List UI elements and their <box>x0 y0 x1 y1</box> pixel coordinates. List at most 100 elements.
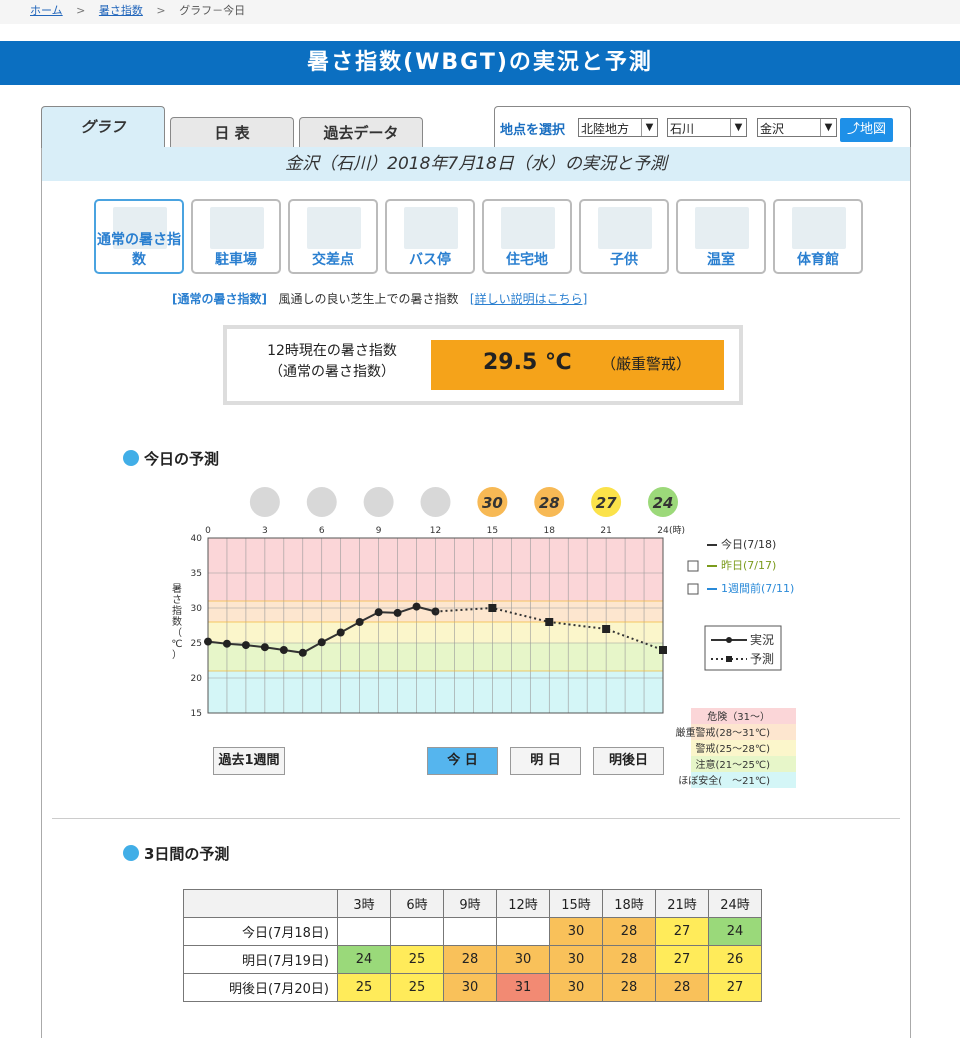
description-category: [通常の暑さ指数] <box>172 292 267 306</box>
tomorrow-button[interactable]: 明 日 <box>510 747 581 775</box>
table-row-label: 明後日(7月20日) <box>183 973 338 1002</box>
legend-week-label: 1週間前(7/11) <box>721 581 794 595</box>
legend-forecast-label: 予測 <box>750 652 774 666</box>
tab-daily-table[interactable]: 日 表 <box>170 117 294 147</box>
cat-parking-button[interactable]: 駐車場 <box>191 199 281 274</box>
forecast-point <box>488 604 497 612</box>
x-tick-label: 24 <box>657 526 669 536</box>
table-row-label: 明日(7月19日) <box>183 945 338 974</box>
category-label: 駐車場 <box>215 252 257 268</box>
city-select-value: 金沢 <box>760 122 785 136</box>
day-after-button[interactable]: 明後日 <box>593 747 664 775</box>
table-cell: 25 <box>390 945 444 974</box>
forecast-bubble-value: 27 <box>596 494 617 512</box>
legend-actual-marker <box>726 637 732 643</box>
prefecture-select[interactable]: 石川 ▼ <box>667 118 747 137</box>
cat-intersection-button[interactable]: 交差点 <box>288 199 378 274</box>
category-label: 通常の暑さ指数 <box>97 232 181 268</box>
three-day-heading: 3日間の予測 <box>123 843 229 864</box>
table-cell: 25 <box>337 973 391 1002</box>
table-header-cell: 12時 <box>496 889 550 918</box>
today-forecast-heading: 今日の予測 <box>123 448 219 469</box>
map-button[interactable]: ⤴地図 <box>840 118 893 142</box>
table-cell: 31 <box>496 973 550 1002</box>
section-divider <box>52 818 900 819</box>
actual-point <box>241 641 250 650</box>
legend-actual-label: 実況 <box>750 632 774 647</box>
empty-bubble <box>420 487 451 517</box>
cat-bus-stop-icon <box>404 207 458 249</box>
current-wbgt-value: 29.5 ℃ <box>483 350 572 375</box>
legend-today-label: 今日(7/18) <box>721 537 776 551</box>
y-tick-label: 30 <box>191 604 203 614</box>
x-tick-label: 0 <box>205 526 211 536</box>
cat-residential-icon <box>501 207 555 249</box>
breadcrumb-wbgt-link[interactable]: 暑さ指数 <box>99 4 143 17</box>
chevron-down-icon: ▼ <box>641 119 657 136</box>
table-cell: 27 <box>708 973 762 1002</box>
cat-child-button[interactable]: 子供 <box>579 199 669 274</box>
cat-residential-button[interactable]: 住宅地 <box>482 199 572 274</box>
table-row: 明後日(7月20日) 25 25 30 31 30 28 28 27 <box>183 973 762 1002</box>
prefecture-select-value: 石川 <box>670 122 695 136</box>
level-label: 危険（31～） <box>707 711 770 723</box>
y-axis-label-char: さ <box>172 594 182 606</box>
current-wbgt-value-box: 29.5 ℃ （厳重警戒） <box>431 340 724 390</box>
actual-point <box>279 646 288 654</box>
chevron-down-icon: ▼ <box>730 119 746 136</box>
city-select[interactable]: 金沢 ▼ <box>757 118 837 137</box>
cat-bus-stop-button[interactable]: バス停 <box>385 199 475 274</box>
bullet-icon <box>123 450 139 466</box>
today-button[interactable]: 今 日 <box>427 747 498 775</box>
cat-normal-button[interactable]: 通常の暑さ指数 <box>94 199 184 274</box>
cat-parking-icon <box>210 207 264 249</box>
cat-gym-button[interactable]: 体育館 <box>773 199 863 274</box>
cat-greenhouse-button[interactable]: 温室 <box>676 199 766 274</box>
current-label-line2: （通常の暑さ指数） <box>269 364 395 380</box>
category-label: 住宅地 <box>506 252 548 268</box>
tab-past-data[interactable]: 過去データ <box>299 117 423 147</box>
forecast-bubble-value: 24 <box>653 494 674 512</box>
table-header-cell: 15時 <box>549 889 603 918</box>
current-wbgt-label: 12時現在の暑さ指数 （通常の暑さ指数） <box>237 341 427 383</box>
region-select[interactable]: 北陸地方 ▼ <box>578 118 658 137</box>
forecast-bubble-value: 30 <box>482 494 503 512</box>
actual-point <box>355 618 364 626</box>
category-label: 子供 <box>610 252 638 268</box>
table-header-cell: 24時 <box>708 889 762 918</box>
table-row-label: 今日(7月18日) <box>183 917 338 946</box>
three-day-title: 3日間の予測 <box>144 845 230 863</box>
table-cell: 27 <box>655 945 709 974</box>
x-unit-label: (時) <box>669 525 685 536</box>
actual-point <box>336 628 345 637</box>
forecast-point <box>659 646 667 654</box>
current-label-line1: 12時現在の暑さ指数 <box>267 343 397 359</box>
y-axis-label-char: （ <box>172 627 182 639</box>
y-axis-label-char: 数 <box>172 615 182 628</box>
past-week-button[interactable]: 過去1週間 <box>213 747 285 775</box>
bullet-icon <box>123 845 139 861</box>
table-cell: 24 <box>708 917 762 946</box>
table-cell: 30 <box>549 973 603 1002</box>
table-cell: 28 <box>602 973 656 1002</box>
x-tick-label: 3 <box>262 526 268 536</box>
actual-point <box>260 643 269 652</box>
category-label: 体育館 <box>797 252 839 268</box>
legend-yesterday-label: 昨日(7/17) <box>721 559 776 572</box>
breadcrumb-home-link[interactable]: ホーム <box>30 4 63 17</box>
description-link[interactable]: [詳しい説明はこちら] <box>470 292 587 306</box>
table-cell: 25 <box>390 973 444 1002</box>
actual-point <box>204 637 212 646</box>
category-label: 温室 <box>707 252 735 268</box>
location-label: 地点を選択 <box>500 123 566 138</box>
actual-point <box>317 638 326 647</box>
breadcrumb-separator: > <box>156 4 166 17</box>
x-tick-label: 6 <box>319 526 325 536</box>
table-cell <box>496 917 550 946</box>
tab-graph[interactable]: グラフ <box>41 106 165 148</box>
actual-point <box>412 602 421 611</box>
category-label: 交差点 <box>312 252 354 268</box>
table-cell: 27 <box>655 917 709 946</box>
legend-forecast-marker <box>726 656 732 662</box>
y-tick-label: 20 <box>191 674 203 684</box>
